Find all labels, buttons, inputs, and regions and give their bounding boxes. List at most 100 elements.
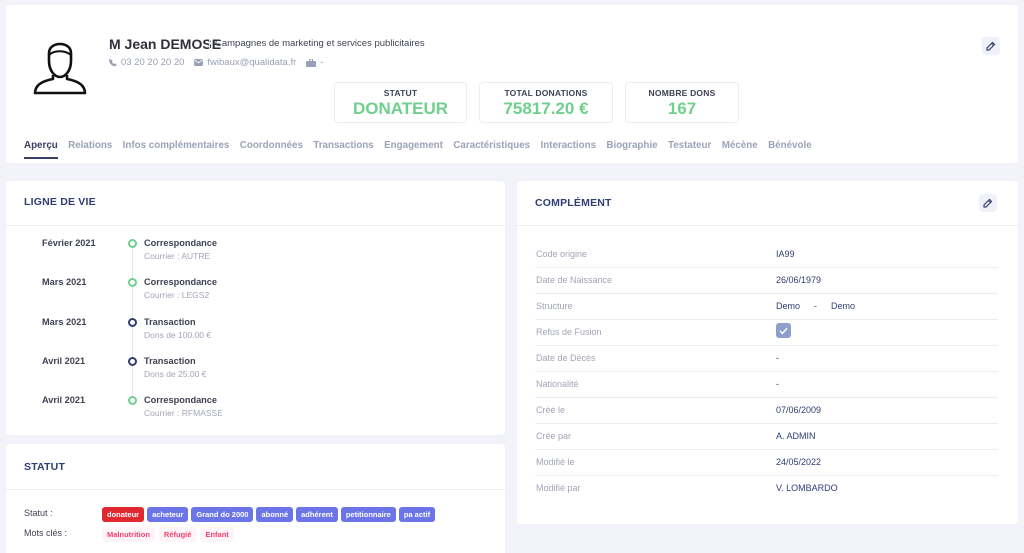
timeline-date: Février 2021 <box>42 238 96 248</box>
timeline-item-title: Transaction <box>144 317 196 327</box>
status-badge[interactable]: abonné <box>256 507 294 522</box>
user-avatar-icon <box>32 35 88 95</box>
status-badge[interactable]: acheteur <box>147 507 189 522</box>
complement-divider <box>517 225 1018 226</box>
field-label: Code origine <box>536 249 588 259</box>
briefcase-icon <box>306 58 317 67</box>
edit-profile-button[interactable] <box>982 37 1000 55</box>
complement-card: COMPLÉMENT Code origine IA99 Date de Nai… <box>517 181 1018 524</box>
tab-mecene[interactable]: Mécène <box>722 140 758 151</box>
keyword-badge[interactable]: Enfant <box>200 527 234 542</box>
tab-apercu[interactable]: Aperçu <box>24 140 58 159</box>
email-contact[interactable]: fwibaux@qualidata.fr <box>194 57 296 68</box>
stat-total-value: 75817.20 € <box>503 99 589 118</box>
field-value: Demo - Demo <box>776 301 869 311</box>
tab-coordonnees[interactable]: Coordonnées <box>240 140 303 151</box>
timeline-date: Mars 2021 <box>42 277 87 287</box>
timeline-item[interactable]: Mars 2021 Correspondance Courrier : LEGS… <box>6 276 505 306</box>
statut-card: STATUT Statut : donateur acheteur Grand … <box>6 444 505 553</box>
field-label: Structure <box>536 301 573 311</box>
statut-title: STATUT <box>24 461 66 473</box>
tab-transactions[interactable]: Transactions <box>313 140 373 151</box>
structure-link[interactable]: Demo <box>831 301 855 311</box>
tab-infos-complementaires[interactable]: Infos complémentaires <box>123 140 230 151</box>
field-value: V. LOMBARDO <box>776 483 838 493</box>
timeline-item-title: Correspondance <box>144 277 218 287</box>
timeline-item[interactable]: Mars 2021 Transaction Dons de 100.00 € <box>6 316 505 346</box>
tab-relations[interactable]: Relations <box>68 140 112 151</box>
timeline-divider <box>6 225 505 226</box>
statut-row-label: Statut : <box>24 508 53 518</box>
timeline-item-detail: Courrier : RFMASSE <box>144 408 223 418</box>
mail-icon <box>194 59 204 66</box>
keyword-badge[interactable]: Malnutrition <box>102 527 155 542</box>
complement-row-modifie-le: Modifié le 24/05/2022 <box>535 450 998 476</box>
edit-complement-button[interactable] <box>979 194 997 212</box>
tab-engagement[interactable]: Engagement <box>384 140 443 151</box>
timeline-dot-icon <box>128 396 137 405</box>
email-address: fwibaux@qualidata.fr <box>207 57 297 68</box>
timeline-item[interactable]: Avril 2021 Transaction Dons de 25.00 € <box>6 355 505 385</box>
timeline-item[interactable]: Avril 2021 Correspondance Courrier : RFM… <box>6 394 505 424</box>
stat-nombre-value: 167 <box>667 99 697 118</box>
timeline-card: LIGNE DE VIE Février 2021 Correspondance… <box>6 181 505 435</box>
field-label: Créé le <box>536 405 566 415</box>
timeline-dot-icon <box>128 239 137 248</box>
field-label: Refus de Fusion <box>536 327 602 337</box>
phone-icon <box>109 58 117 66</box>
tab-testateur[interactable]: Testateur <box>668 140 711 151</box>
tab-benevole[interactable]: Bénévole <box>768 140 812 151</box>
tab-interactions[interactable]: Interactions <box>540 140 596 151</box>
status-badge[interactable]: Grand do 2000 <box>191 507 254 522</box>
profile-tabs: Aperçu Relations Infos complémentaires C… <box>24 140 822 159</box>
statut-divider <box>6 489 505 490</box>
stat-total-label: TOTAL DONATIONS <box>504 88 588 98</box>
status-badge[interactable]: petitionnaire <box>340 507 396 522</box>
stat-nombre-label: NOMBRE DONS <box>648 88 716 98</box>
complement-row-date-naissance: Date de Naissance 26/06/1979 <box>535 268 998 294</box>
complement-row-date-deces: Date de Décès - <box>535 346 998 372</box>
structure-link[interactable]: Demo <box>776 301 800 311</box>
stat-statut-value: DONATEUR <box>352 99 449 118</box>
status-badge[interactable]: pa actif <box>398 507 436 522</box>
timeline-item[interactable]: Février 2021 Correspondance Courrier : A… <box>6 237 505 267</box>
stat-statut-label: STATUT <box>383 88 418 98</box>
timeline-item-title: Correspondance <box>144 395 218 405</box>
status-badge[interactable]: donateur <box>102 507 145 522</box>
field-value: - <box>776 379 779 389</box>
stat-statut: STATUT DONATEUR <box>334 82 467 123</box>
tab-caracteristiques[interactable]: Caractéristiques <box>453 140 530 151</box>
keywords-row-label: Mots clés : <box>24 528 68 538</box>
timeline-item-detail: Courrier : AUTRE <box>144 251 211 261</box>
keyword-badge[interactable]: Réfugié <box>158 527 197 542</box>
mail-contact: - <box>306 57 323 68</box>
field-value: IA99 <box>776 249 795 259</box>
phone-contact[interactable]: 03 20 20 20 20 <box>109 57 184 68</box>
keyword-badges: Malnutrition Réfugié Enfant <box>102 527 238 542</box>
status-badge[interactable]: adhérent <box>296 507 338 522</box>
person-company: Campagnes de marketing et services publi… <box>209 38 425 50</box>
timeline-date: Avril 2021 <box>42 356 86 366</box>
timeline-date: Avril 2021 <box>42 395 86 405</box>
edit-icon <box>983 198 993 208</box>
timeline-item-title: Transaction <box>144 356 196 366</box>
timeline-dot-icon <box>128 357 137 366</box>
check-icon <box>779 327 788 334</box>
timeline-item-detail: Dons de 25.00 € <box>144 369 207 379</box>
timeline-date: Mars 2021 <box>42 317 87 327</box>
phone-number: 03 20 20 20 20 <box>121 57 185 68</box>
field-label: Nationalité <box>536 379 579 389</box>
complement-row-cree-par: Crée par A. ADMIN <box>535 424 998 450</box>
refus-fusion-checkbox[interactable] <box>776 323 791 338</box>
complement-row-cree-le: Créé le 07/06/2009 <box>535 398 998 424</box>
person-name: M Jean DEMOSE <box>109 36 222 52</box>
field-label: Modifié par <box>536 483 581 493</box>
timeline-item-title: Correspondance <box>144 238 218 248</box>
complement-row-structure: Structure Demo - Demo <box>535 294 998 320</box>
field-label: Modifié le <box>536 457 575 467</box>
complement-row-modifie-par: Modifié par V. LOMBARDO <box>535 476 998 502</box>
contact-row: 03 20 20 20 20 fwibaux@qualidata.fr - <box>109 57 333 68</box>
field-value: - <box>776 353 779 363</box>
tab-biographie[interactable]: Biographie <box>606 140 657 151</box>
timeline-dot-icon <box>128 318 137 327</box>
